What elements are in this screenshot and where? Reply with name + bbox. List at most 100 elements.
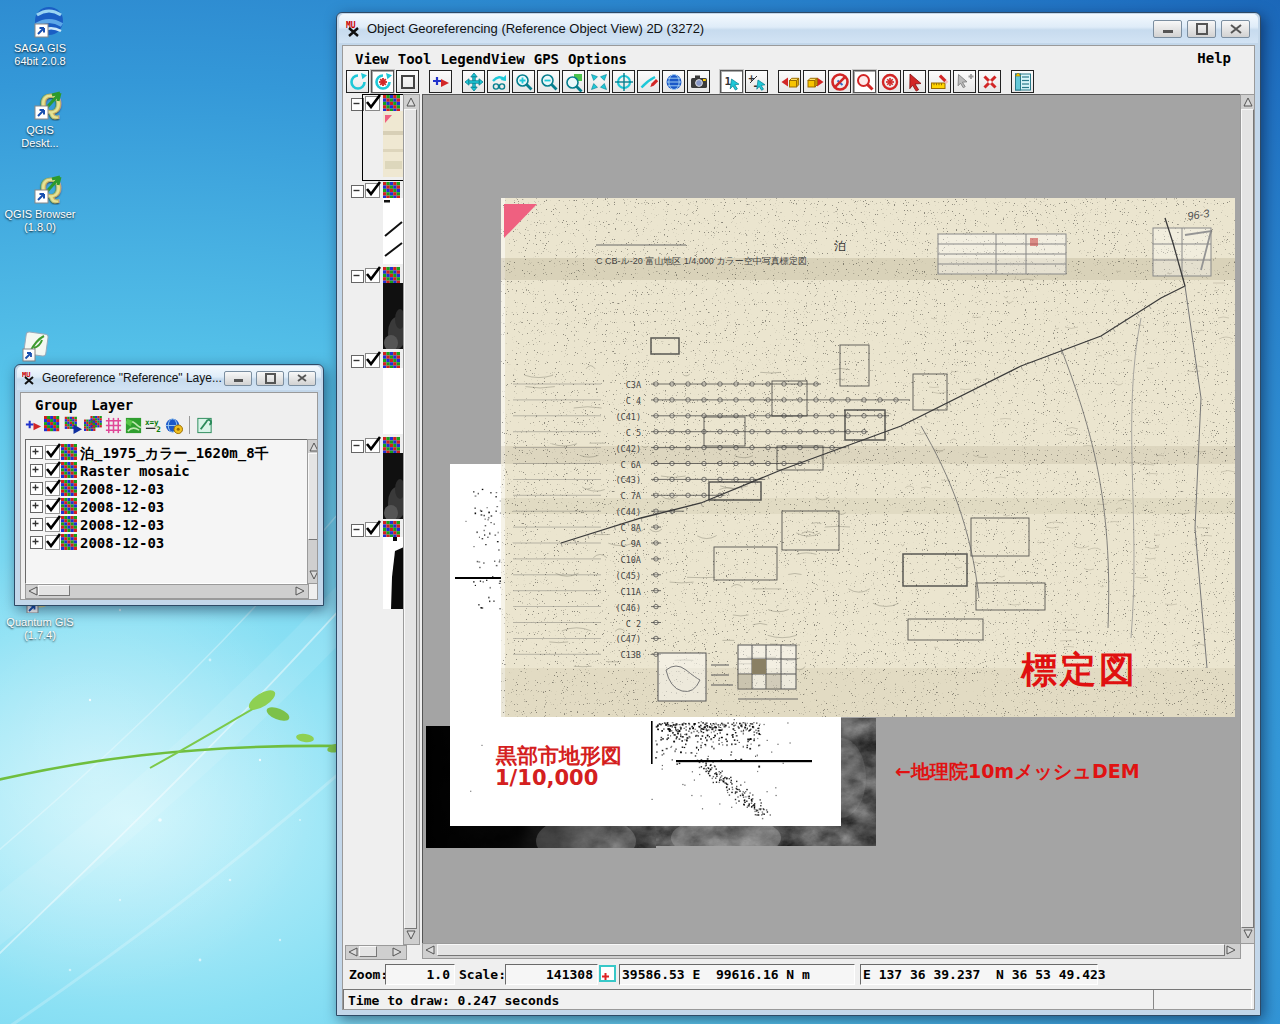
panel-horizontal-scrollbar[interactable]	[345, 945, 407, 960]
layer-thumbnail[interactable]	[383, 198, 404, 264]
collapse-box[interactable]	[351, 270, 364, 283]
scroll-arrow-right[interactable]	[1225, 944, 1237, 956]
survey-map-image[interactable]: 96-3C CB-ル-20 富山地区 1/4,000 カラー空中写真標定図泊C3…	[501, 198, 1235, 717]
scroll-arrow-left[interactable]	[27, 585, 38, 596]
prev-object-icon[interactable]	[778, 70, 801, 93]
scroll-thumb[interactable]	[359, 946, 377, 957]
layer-entry[interactable]	[347, 351, 403, 437]
layer-list-item[interactable]: 2008-12-03	[28, 534, 304, 552]
move-point-icon[interactable]	[978, 70, 1001, 93]
visibility-check[interactable]	[45, 535, 60, 550]
menu-help[interactable]: Help	[1197, 50, 1231, 66]
target-point-icon[interactable]	[878, 70, 901, 93]
menu-tool[interactable]: Tool	[398, 51, 432, 67]
expand-box[interactable]	[30, 464, 43, 477]
add-object-icon[interactable]	[429, 70, 452, 93]
collapse-box[interactable]	[351, 524, 364, 537]
layer-thumbnail[interactable]	[383, 453, 404, 519]
no-edit-icon[interactable]	[828, 70, 851, 93]
auto-redraw-icon[interactable]	[371, 70, 394, 93]
visibility-checkbox[interactable]	[365, 268, 380, 283]
layer-entry[interactable]	[347, 436, 403, 522]
georef-icon[interactable]	[164, 416, 183, 435]
menu-options[interactable]: Options	[568, 51, 627, 67]
globe-icon[interactable]	[662, 70, 685, 93]
zoom-in-icon[interactable]	[512, 70, 535, 93]
pan-icon[interactable]	[462, 70, 485, 93]
desktop-icon-qgis-browser[interactable]: Q QGIS Browser (1.8.0)	[4, 171, 76, 234]
scale-field[interactable]: 141308	[505, 964, 598, 985]
redraw-icon[interactable]	[346, 70, 369, 93]
grid-icon[interactable]	[104, 416, 123, 435]
maximize-button[interactable]	[256, 371, 284, 386]
canvas-vertical-scrollbar[interactable]	[1240, 94, 1255, 944]
expand-box[interactable]	[30, 482, 43, 495]
close-button[interactable]	[288, 371, 316, 386]
raster-icon[interactable]	[44, 416, 63, 435]
scroll-thumb[interactable]	[1241, 109, 1254, 928]
scroll-arrow-left[interactable]	[424, 944, 436, 956]
list-vertical-scrollbar[interactable]	[307, 439, 318, 584]
menu-legendview[interactable]: LegendView	[440, 51, 524, 67]
sketch-icon[interactable]	[637, 70, 660, 93]
zoom-point-icon[interactable]	[853, 70, 876, 93]
collapse-box[interactable]	[351, 440, 364, 453]
zoom-box-icon[interactable]	[562, 70, 585, 93]
panel-vertical-scrollbar[interactable]	[403, 94, 420, 945]
visibility-checkbox[interactable]	[365, 438, 380, 453]
layer-thumbnail[interactable]	[383, 283, 404, 349]
visibility-checkbox[interactable]	[365, 353, 380, 368]
scale-lock-button[interactable]	[599, 965, 616, 982]
pointer-red-icon[interactable]	[903, 70, 926, 93]
map-canvas[interactable]: 黒部市地形図1/10,000 96-3C CB-ル-20 富山地区 1/4,00…	[422, 94, 1241, 944]
visibility-check[interactable]	[45, 517, 60, 532]
scroll-arrow-up[interactable]	[308, 441, 318, 452]
layers-titlebar[interactable]: MU Georeference "Reference" Laye...	[17, 366, 321, 390]
maximize-button[interactable]	[1187, 20, 1216, 38]
scroll-arrow-up[interactable]	[404, 96, 417, 108]
layer-thumbnail[interactable]	[383, 537, 404, 609]
desktop-icon-partial[interactable]	[16, 328, 56, 365]
main-titlebar[interactable]: MU Object Georeferencing (Reference Obje…	[339, 14, 1258, 43]
scroll-thumb[interactable]	[404, 109, 417, 929]
locate-icon[interactable]	[612, 70, 635, 93]
close-button[interactable]	[1221, 20, 1250, 38]
scroll-thumb[interactable]	[308, 453, 318, 540]
minimize-button[interactable]	[224, 371, 252, 386]
layer-entry[interactable]	[347, 520, 403, 606]
scroll-arrow-left[interactable]	[347, 946, 359, 957]
select-pm-icon[interactable]: +-	[745, 70, 768, 93]
next-object-icon[interactable]	[803, 70, 826, 93]
visibility-checkbox[interactable]	[365, 183, 380, 198]
scroll-arrow-down[interactable]	[1241, 928, 1254, 940]
zoom-full-icon[interactable]	[587, 70, 610, 93]
vector-icon[interactable]	[124, 416, 143, 435]
measure-icon[interactable]	[928, 70, 951, 93]
menu-layer[interactable]: Layer	[91, 397, 133, 413]
collapse-box[interactable]	[351, 185, 364, 198]
visibility-checkbox[interactable]	[365, 522, 380, 537]
raster-display-icon[interactable]	[64, 416, 83, 435]
visibility-check[interactable]	[45, 499, 60, 514]
zoom-field[interactable]: 1.0	[385, 964, 455, 985]
expand-box[interactable]	[30, 500, 43, 513]
visibility-check[interactable]	[45, 445, 60, 460]
menu-gps[interactable]: GPS	[534, 51, 559, 67]
layer-list-item[interactable]: Raster mosaic	[28, 462, 304, 480]
scroll-arrow-right[interactable]	[391, 946, 403, 957]
layer-list-item[interactable]: 2008-12-03	[28, 480, 304, 498]
scroll-thumb[interactable]	[437, 944, 1225, 956]
canvas-horizontal-scrollbar[interactable]	[422, 943, 1241, 959]
pan-drag-icon[interactable]	[487, 70, 510, 93]
scroll-arrow-down[interactable]	[404, 929, 417, 941]
add-point-icon[interactable]	[953, 70, 976, 93]
expand-box[interactable]	[30, 518, 43, 531]
select-one-icon[interactable]: 1	[720, 70, 743, 93]
layer-entry[interactable]	[347, 266, 403, 352]
layer-entry[interactable]	[347, 181, 403, 267]
scroll-arrow-down[interactable]	[308, 569, 318, 580]
layer-list-item[interactable]: 泊_1975_カラー_1620m_8千	[28, 444, 304, 462]
visibility-check[interactable]	[45, 463, 60, 478]
desktop-icon-saga-gis[interactable]: SAGA GIS 64bit 2.0.8	[4, 5, 76, 68]
menu-view[interactable]: View	[355, 51, 389, 67]
